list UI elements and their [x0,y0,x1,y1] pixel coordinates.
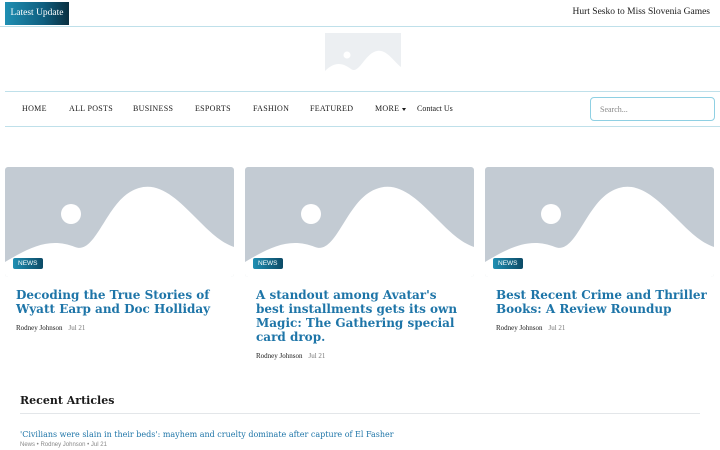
category-badge[interactable]: NEWS [493,258,523,269]
latest-update-label: Latest Update [5,2,69,25]
nav-contact-us[interactable]: Contact Us [417,104,453,113]
card-image[interactable]: NEWS [245,167,474,277]
chevron-down-icon [402,107,407,111]
article-card[interactable]: NEWS Decoding the True Stories of Wyatt … [5,167,234,332]
section-divider [20,413,700,414]
nav-home[interactable]: HOME [22,104,47,113]
author-name[interactable]: Rodney Johnson [256,352,302,360]
search-input[interactable] [590,97,715,121]
author-name[interactable]: Rodney Johnson [16,324,62,332]
nav-more-label: MORE [375,104,400,113]
news-ticker-link[interactable]: Hurt Sesko to Miss Slovenia Games [573,7,710,17]
nav-featured[interactable]: FEATURED [310,104,353,113]
article-card[interactable]: NEWS A standout among Avatar's best inst… [245,167,474,360]
category-badge[interactable]: NEWS [253,258,283,269]
post-date: Jul 21 [68,324,86,332]
card-meta: Rodney Johnson Jul 21 [245,352,474,360]
nav-esports[interactable]: ESPORTS [195,104,231,113]
post-date: Jul 21 [548,324,566,332]
nav-fashion[interactable]: FASHION [253,104,289,113]
recent-article-title-link[interactable]: 'Civilians were slain in their beds': ma… [20,430,394,439]
image-placeholder-icon [325,33,401,83]
card-title-link[interactable]: Decoding the True Stories of Wyatt Earp … [5,288,234,316]
card-title-link[interactable]: A standout among Avatar's best installme… [245,288,474,344]
top-bar: Latest Update Hurt Sesko to Miss Sloveni… [0,0,720,27]
nav-business[interactable]: BUSINESS [133,104,173,113]
nav-more-dropdown[interactable]: MORE [375,104,407,113]
card-image[interactable]: NEWS [485,167,714,277]
post-date: Jul 21 [308,352,326,360]
card-image[interactable]: NEWS [5,167,234,277]
recent-article-meta: News • Rodney Johnson • Jul 21 [20,442,107,448]
card-meta: Rodney Johnson Jul 21 [485,324,714,332]
category-badge[interactable]: NEWS [13,258,43,269]
card-meta: Rodney Johnson Jul 21 [5,324,234,332]
article-card[interactable]: NEWS Best Recent Crime and Thriller Book… [485,167,714,332]
author-name[interactable]: Rodney Johnson [496,324,542,332]
card-title-link[interactable]: Best Recent Crime and Thriller Books: A … [485,288,714,316]
site-logo[interactable] [325,33,401,83]
recent-articles-heading: Recent Articles [20,394,115,407]
nav-all-posts[interactable]: ALL POSTS [69,104,113,113]
